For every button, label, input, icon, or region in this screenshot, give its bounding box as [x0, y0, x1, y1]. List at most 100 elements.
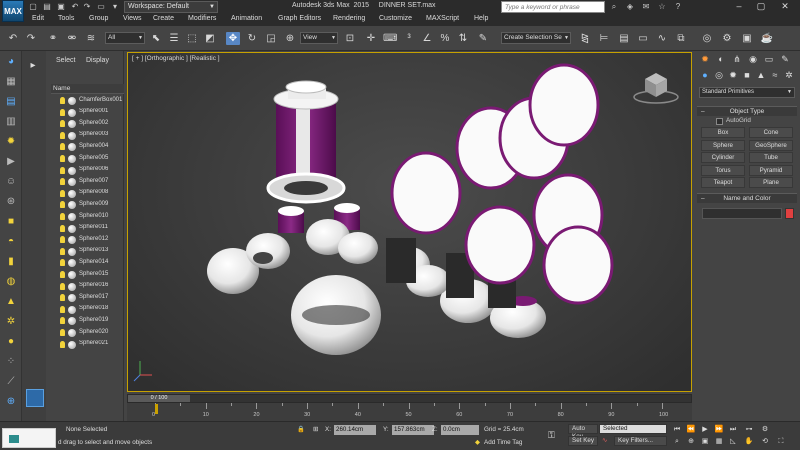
sphere-shape-icon[interactable]: ● — [3, 335, 19, 349]
link-icon[interactable]: ⚭ — [46, 32, 60, 45]
explorer-item[interactable]: Sphere003 — [51, 131, 124, 143]
time-slider-track[interactable]: 0 / 100 — [127, 394, 692, 403]
select-and-place-icon[interactable]: ⊕ — [283, 32, 297, 45]
align-icon[interactable]: ⊨ — [597, 32, 611, 45]
explorer-item[interactable]: Sphere017 — [51, 293, 124, 305]
light-bulb-icon[interactable] — [60, 120, 65, 128]
camera-icon[interactable]: ▶ — [3, 155, 19, 169]
utilities-tab-icon[interactable]: ✎ — [779, 53, 791, 65]
explorer-item[interactable]: Sphere002 — [51, 119, 124, 131]
light-bulb-icon[interactable] — [60, 178, 65, 186]
angle-snap-icon[interactable]: ∠ — [420, 32, 434, 45]
display-tab-icon[interactable]: ▭ — [763, 53, 775, 65]
explorer-item[interactable]: Sphere005 — [51, 154, 124, 166]
create-teapot-button[interactable]: Teapot — [701, 177, 745, 188]
cameras-icon[interactable]: ■ — [741, 69, 753, 81]
key-mode-selected-dropdown[interactable]: Selected — [599, 424, 667, 434]
layer-manager-icon[interactable]: ▤ — [617, 32, 631, 45]
menu-customize[interactable]: Customize — [379, 15, 412, 22]
next-frame-icon[interactable]: ⏩ — [714, 425, 724, 435]
communication-center-icon[interactable]: ✉ — [641, 2, 651, 12]
explorer-item[interactable]: Sphere013 — [51, 247, 124, 259]
menu-tools[interactable]: Tools — [58, 15, 74, 22]
light-bulb-icon[interactable] — [60, 282, 65, 290]
redo-icon[interactable]: ↷ — [82, 2, 92, 12]
systems-icon[interactable]: ✲ — [783, 69, 795, 81]
track-bar[interactable]: 0 10 20 30 40 50 60 70 80 90 100 — [127, 403, 692, 421]
current-frame-marker[interactable] — [155, 404, 158, 414]
light-bulb-icon[interactable] — [60, 236, 65, 244]
light-bulb-icon[interactable] — [60, 294, 65, 302]
keyboard-shortcut-override-icon[interactable]: ⌨ — [383, 32, 397, 45]
name-and-color-rollout-header[interactable]: – Name and Color — [697, 193, 797, 203]
zoom-icon[interactable]: ⌕ — [672, 437, 682, 447]
object-name-field[interactable] — [702, 208, 782, 219]
named-selection-set-dropdown[interactable]: Create Selection Se ▼ — [501, 32, 571, 44]
rectangular-selection-icon[interactable]: ⬚ — [185, 32, 199, 45]
create-torus-button[interactable]: Torus — [701, 164, 745, 176]
lights-icon[interactable]: ✹ — [727, 69, 739, 81]
key-icon[interactable]: ⚿ — [548, 430, 555, 440]
spacewarp-icon[interactable]: ⊛ — [3, 195, 19, 209]
light-bulb-icon[interactable] — [60, 189, 65, 197]
light-bulb-icon[interactable] — [60, 97, 65, 104]
explorer-item[interactable]: Sphere010 — [51, 212, 124, 224]
select-and-scale-icon[interactable]: ◲ — [264, 32, 278, 45]
pivot-center-icon[interactable]: ⊡ — [343, 32, 357, 45]
window-crossing-icon[interactable]: ◩ — [203, 32, 217, 45]
scene-explorer-icon[interactable]: ▤ — [3, 95, 19, 109]
object-type-rollout-header[interactable]: – Object Type — [697, 106, 797, 116]
explorer-item[interactable]: Sphere008 — [51, 189, 124, 201]
light-bulb-icon[interactable] — [60, 155, 65, 162]
geometry-icon[interactable]: ● — [699, 69, 711, 81]
explorer-tab-select[interactable]: Select — [56, 57, 75, 64]
zoom-all-icon[interactable]: ⊕ — [686, 437, 696, 447]
zoom-extents-icon[interactable]: ▣ — [700, 437, 710, 447]
create-sphere-button[interactable]: Sphere — [701, 139, 745, 151]
app-logo[interactable]: MAX — [2, 0, 24, 22]
graphite-ribbon-icon[interactable]: ▭ — [636, 32, 650, 45]
autogrid-checkbox[interactable] — [716, 118, 723, 125]
explorer-item[interactable]: Sphere016 — [51, 282, 124, 294]
close-button[interactable]: ✕ — [774, 0, 796, 13]
project-folder-icon[interactable]: ▭ — [96, 2, 106, 12]
menu-maxscript[interactable]: MAXScript — [426, 15, 459, 22]
light-bulb-icon[interactable] — [60, 340, 65, 348]
edit-named-selection-icon[interactable]: ✎ — [476, 32, 490, 45]
workspace-dropdown[interactable]: Workspace: Default ▼ — [124, 1, 218, 13]
set-key-button[interactable]: Set Key — [568, 436, 598, 446]
explorer-item[interactable]: Sphere004 — [51, 142, 124, 154]
explorer-item[interactable]: Sphere019 — [51, 316, 124, 328]
schematic-view-icon[interactable]: ⧉ — [674, 32, 688, 45]
explorer-column-header[interactable]: Name — [51, 84, 124, 94]
key-filters-button[interactable]: Key Filters... — [614, 436, 667, 446]
create-geosphere-button[interactable]: GeoSphere — [749, 139, 793, 151]
light-bulb-icon[interactable] — [60, 317, 65, 325]
explorer-item[interactable]: Sphere020 — [51, 328, 124, 340]
gear-shape-icon[interactable]: ✲ — [3, 315, 19, 329]
light-bulb-icon[interactable] — [60, 201, 65, 209]
light-bulb-icon[interactable] — [60, 305, 65, 313]
z-coordinate-field[interactable]: 0.0cm — [441, 425, 479, 435]
bind-spacewarp-icon[interactable]: ≋ — [84, 32, 98, 45]
command-panel-icon[interactable]: ◕ — [3, 55, 19, 69]
toggle-explorer-icon[interactable]: ▸ — [25, 59, 41, 73]
dome-shape-icon[interactable]: ◓ — [3, 235, 19, 249]
helpers-icon[interactable]: ▲ — [755, 69, 767, 81]
material-editor-icon[interactable]: ◎ — [700, 32, 714, 45]
jug-object[interactable] — [266, 80, 346, 204]
key-mode-toggle-icon[interactable]: ⊶ — [744, 425, 754, 435]
select-and-rotate-icon[interactable]: ↻ — [245, 32, 259, 45]
reference-coordinate-dropdown[interactable]: View ▼ — [300, 32, 338, 44]
favorites-star-icon[interactable]: ☆ — [657, 2, 667, 12]
create-pyramid-button[interactable]: Pyramid — [749, 164, 793, 176]
go-to-end-icon[interactable]: ⏭ — [728, 425, 738, 435]
auto-key-button[interactable]: Auto Key — [568, 424, 598, 440]
menu-edit[interactable]: Edit — [32, 15, 44, 22]
perspective-viewport[interactable]: [ + ] [Orthographic ] [Realistic ] — [127, 52, 692, 392]
box-shape-icon[interactable]: ■ — [3, 215, 19, 229]
mirror-icon[interactable]: ⧎ — [578, 32, 592, 45]
orbit-icon[interactable]: ⟲ — [760, 437, 770, 447]
explorer-item[interactable]: Sphere018 — [51, 305, 124, 317]
binoculars-icon[interactable]: ⌕ — [609, 2, 619, 12]
